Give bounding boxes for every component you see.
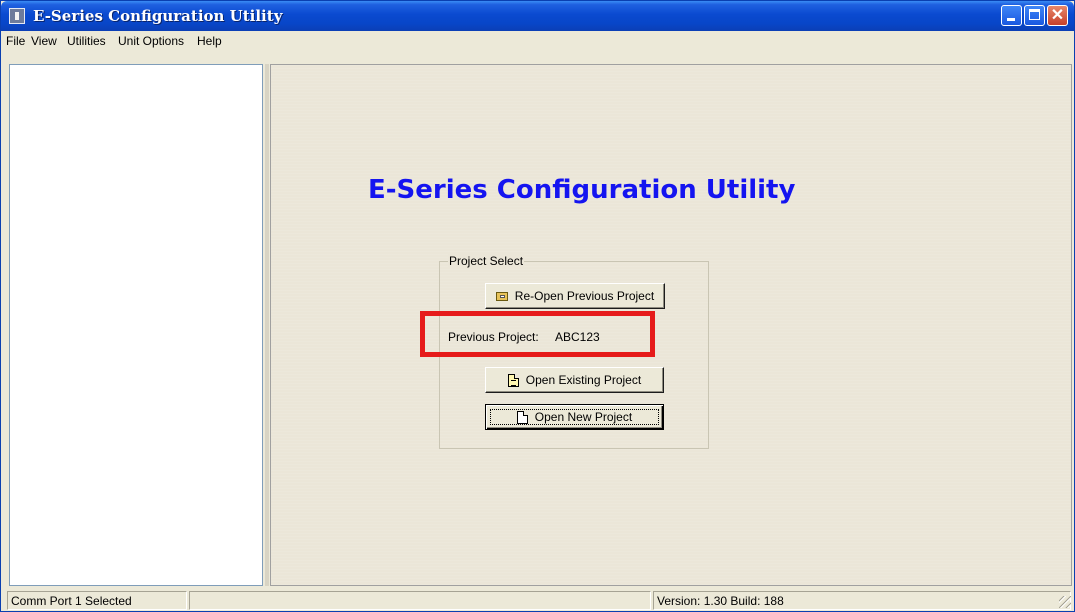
- status-comm-port: Comm Port 1 Selected: [7, 591, 187, 610]
- project-select-label: Project Select: [448, 254, 525, 268]
- new-document-icon: [516, 410, 528, 424]
- menu-bar: File View Utilities Unit Options Help: [1, 31, 1074, 51]
- pane-splitter[interactable]: [265, 64, 269, 586]
- menu-view[interactable]: View: [31, 34, 57, 48]
- open-new-project-label: Open New Project: [534, 410, 633, 424]
- reopen-previous-project-label: Re-Open Previous Project: [514, 289, 655, 303]
- menu-unit-options[interactable]: Unit Options: [118, 34, 184, 48]
- highlight-box: [420, 311, 655, 357]
- minimize-button[interactable]: [1001, 5, 1022, 26]
- menu-file[interactable]: File: [6, 34, 25, 48]
- maximize-button[interactable]: [1024, 5, 1045, 26]
- menu-utilities[interactable]: Utilities: [67, 34, 106, 48]
- window-title: E-Series Configuration Utility: [33, 7, 283, 25]
- open-existing-project-button[interactable]: Open Existing Project: [485, 367, 664, 393]
- status-version: Version: 1.30 Build: 188: [653, 591, 1071, 610]
- menu-help[interactable]: Help: [197, 34, 222, 48]
- title-bar[interactable]: E-Series Configuration Utility ✕: [1, 1, 1074, 31]
- page-title: E-Series Configuration Utility: [368, 175, 796, 205]
- project-tree-pane[interactable]: [9, 64, 263, 586]
- reopen-folder-icon: [495, 291, 508, 301]
- maximize-icon: [1029, 9, 1040, 20]
- open-existing-project-label: Open Existing Project: [525, 373, 642, 387]
- close-button[interactable]: ✕: [1047, 5, 1068, 26]
- close-icon: ✕: [1050, 7, 1065, 24]
- minimize-icon: [1007, 18, 1015, 21]
- open-new-project-button[interactable]: Open New Project: [485, 404, 664, 430]
- resize-grip[interactable]: [1059, 596, 1071, 608]
- app-icon[interactable]: [9, 8, 25, 24]
- status-bar: Comm Port 1 Selected Version: 1.30 Build…: [1, 589, 1074, 611]
- status-middle-panel: [189, 591, 651, 610]
- open-document-icon: [507, 373, 519, 387]
- reopen-previous-project-button[interactable]: Re-Open Previous Project: [485, 283, 665, 309]
- app-window: E-Series Configuration Utility ✕ File Vi…: [0, 0, 1075, 612]
